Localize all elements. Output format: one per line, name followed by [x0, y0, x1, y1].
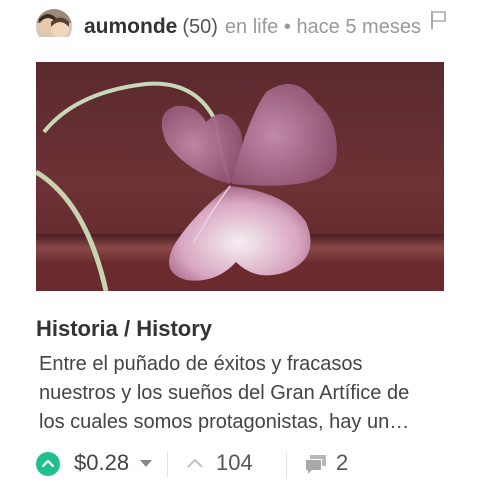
summary-line: nuestros y los sueños del Gran Artífice … — [39, 382, 410, 404]
divider — [286, 452, 287, 478]
meta-separator: • — [283, 15, 291, 38]
summary-line: los cuales somos protagonistas, hay un… — [39, 411, 410, 433]
flag-icon[interactable] — [430, 10, 448, 30]
author-avatar[interactable] — [36, 9, 72, 45]
post-title[interactable]: Historia / History — [36, 316, 212, 342]
post-card: aumonde (50) en life • hace 5 meses Hist… — [0, 0, 480, 490]
post-summary[interactable]: Entre el puñado de éxitos y fracasos nue… — [39, 350, 439, 437]
author-reputation: (50) — [182, 15, 218, 38]
caret-down-icon[interactable] — [140, 460, 152, 467]
chevron-up-icon[interactable] — [186, 456, 204, 470]
post-footer: $0.28 104 2 — [36, 448, 456, 480]
upvote-icon[interactable] — [36, 452, 60, 476]
post-image[interactable] — [36, 62, 444, 291]
post-category[interactable]: en life — [225, 16, 278, 38]
post-meta: en life • hace 5 meses — [225, 16, 421, 39]
author-name[interactable]: aumonde — [84, 15, 177, 39]
post-time: hace 5 meses — [296, 15, 421, 38]
post-header: aumonde (50) en life • hace 5 meses — [36, 8, 456, 46]
divider — [167, 452, 168, 478]
summary-line: Entre el puñado de éxitos y fracasos — [39, 353, 363, 375]
comments-icon[interactable] — [304, 452, 328, 476]
comment-count[interactable]: 2 — [336, 450, 348, 476]
payout-value[interactable]: $0.28 — [74, 450, 129, 476]
vote-count[interactable]: 104 — [216, 450, 253, 476]
